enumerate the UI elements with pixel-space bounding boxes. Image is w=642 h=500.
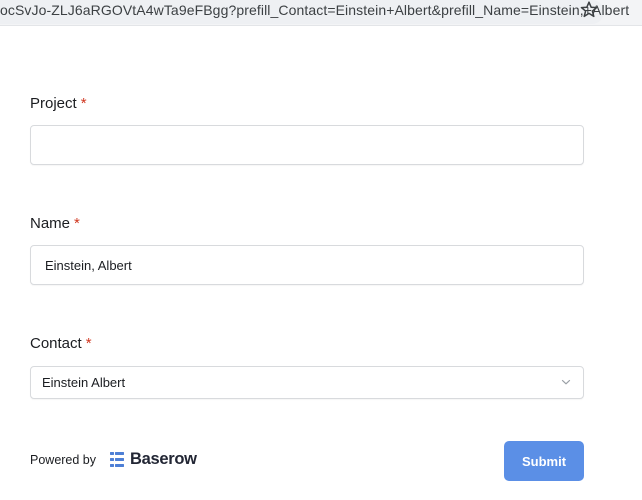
project-input[interactable] xyxy=(30,125,584,165)
project-label-text: Project xyxy=(30,95,77,112)
project-label: Project * xyxy=(30,95,87,112)
name-label-text: Name xyxy=(30,215,71,232)
contact-selected-value: Einstein Albert xyxy=(42,375,126,390)
required-marker: * xyxy=(74,215,80,232)
powered-by-text: Powered by xyxy=(30,453,97,467)
contact-label-text: Contact xyxy=(30,335,82,352)
baserow-logo-icon[interactable] xyxy=(110,452,124,467)
contact-label: Contact * xyxy=(30,335,92,352)
browser-address-bar: ocSvJo-ZLJ6aRGOVtA4wTa9eFBgg?prefill_Con… xyxy=(0,0,642,26)
name-input[interactable] xyxy=(30,245,584,285)
chevron-down-icon xyxy=(561,379,571,385)
required-marker: * xyxy=(85,335,92,352)
url-field[interactable]: ocSvJo-ZLJ6aRGOVtA4wTa9eFBgg?prefill_Con… xyxy=(0,0,629,24)
name-label: Name * xyxy=(30,215,80,232)
star-icon[interactable] xyxy=(579,0,599,20)
required-marker: * xyxy=(80,95,87,112)
submit-button[interactable]: Submit xyxy=(504,441,584,481)
url-text[interactable]: ocSvJo-ZLJ6aRGOVtA4wTa9eFBgg?prefill_Con… xyxy=(0,2,629,18)
baserow-brand-name[interactable]: Baserow xyxy=(130,450,197,469)
contact-select[interactable]: Einstein Albert xyxy=(30,366,584,399)
